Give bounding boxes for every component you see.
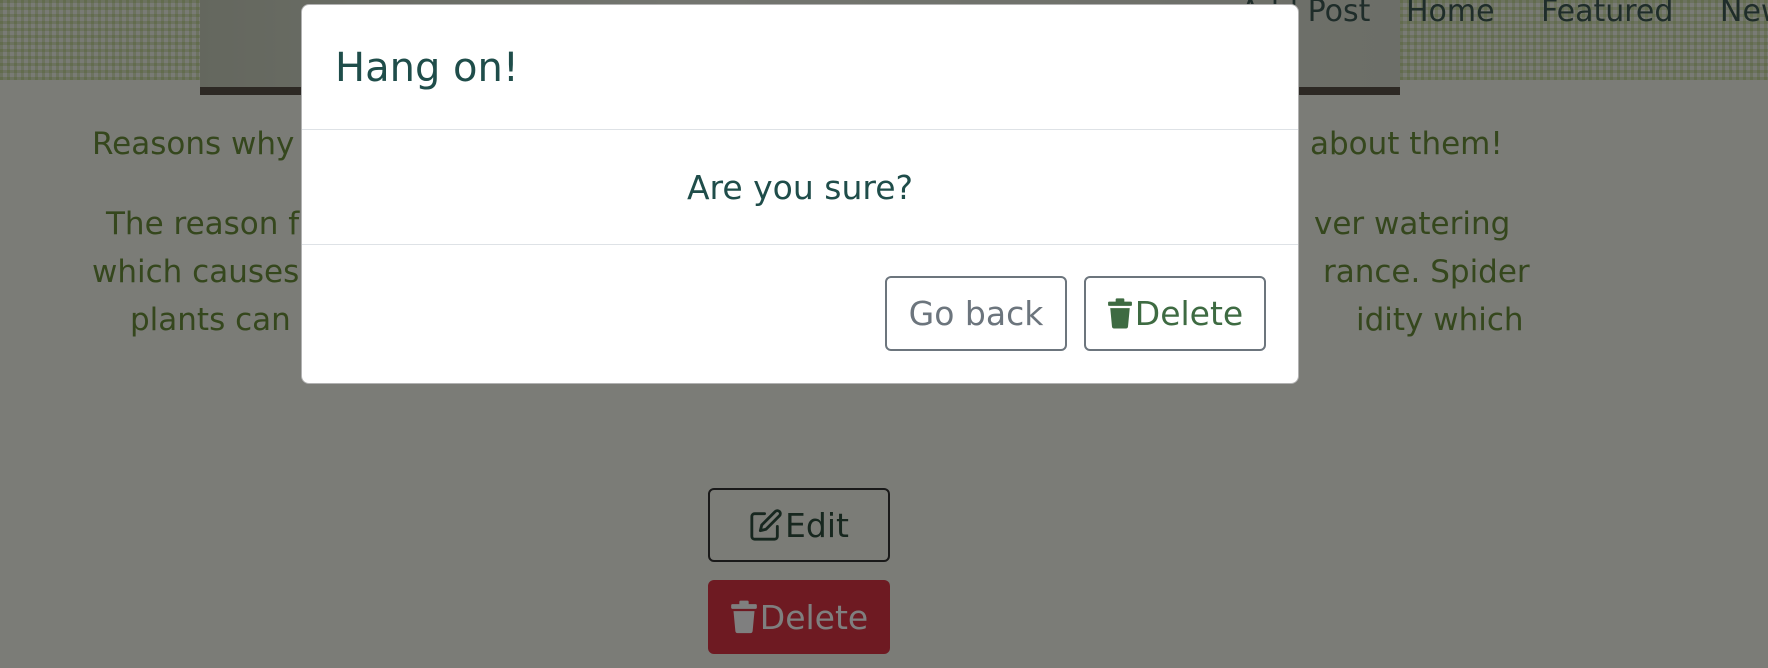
modal-message: Are you sure?	[686, 167, 914, 207]
modal-title: Hang on!	[335, 45, 519, 91]
modal-body: Are you sure?	[302, 130, 1298, 245]
confirm-delete-label: Delete	[1134, 294, 1244, 333]
modal-header: Hang on!	[302, 5, 1298, 130]
trash-icon	[1107, 297, 1133, 330]
confirm-delete-modal: Hang on! Are you sure? Go back Delete	[301, 4, 1299, 384]
confirm-delete-button[interactable]: Delete	[1084, 276, 1266, 351]
go-back-button[interactable]: Go back	[885, 276, 1067, 351]
